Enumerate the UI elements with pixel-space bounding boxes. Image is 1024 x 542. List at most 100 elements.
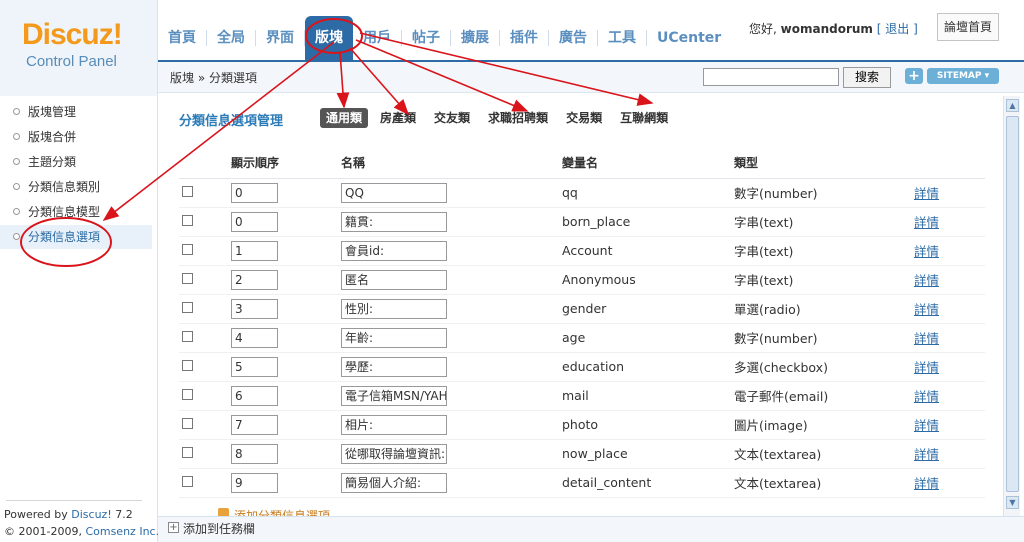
row-checkbox[interactable] [182, 331, 193, 342]
order-input[interactable]: 6 [231, 385, 278, 406]
sitemap-button[interactable]: SITEMAP ▾ [927, 68, 999, 84]
sidebar-item-forum-manage[interactable]: 版塊管理 [0, 100, 152, 124]
vertical-scrollbar[interactable]: ▲ ▼ [1003, 96, 1020, 516]
order-input[interactable]: 0 [231, 182, 278, 203]
add-option-link[interactable]: 添加分類信息選項 [234, 507, 330, 516]
name-input[interactable]: QQ [341, 182, 447, 203]
order-input[interactable]: 3 [231, 298, 278, 319]
details-link[interactable]: 詳情 [914, 302, 939, 317]
plus-icon[interactable]: + [168, 522, 179, 533]
sidebar-item-thread-types[interactable]: 主題分類 [0, 150, 152, 174]
row-checkbox[interactable] [182, 476, 193, 487]
tab-internet[interactable]: 互聯網類 [614, 108, 674, 128]
name-input[interactable]: 性別: [341, 298, 447, 319]
row-checkbox[interactable] [182, 273, 193, 284]
name-input[interactable]: 年齡: [341, 327, 447, 348]
sidebar-item-forum-merge[interactable]: 版塊合併 [0, 125, 152, 149]
details-link[interactable]: 詳情 [914, 331, 939, 346]
logout-link[interactable]: [ 退出 ] [877, 22, 918, 36]
add-to-taskbar-link[interactable]: 添加到任務欄 [183, 520, 255, 537]
bullet-icon [13, 183, 20, 190]
variable-name: photo [562, 410, 734, 440]
table-row: 7 相片: photo 圖片(image) 詳情 [179, 410, 985, 440]
name-input[interactable]: 學歷: [341, 356, 447, 377]
scroll-up-icon[interactable]: ▲ [1006, 99, 1019, 112]
search-input[interactable] [703, 68, 839, 86]
nav-interface[interactable]: 界面 [256, 16, 304, 60]
option-type: 文本(textarea) [734, 439, 914, 469]
details-link[interactable]: 詳情 [914, 476, 939, 491]
table-row: 2 匿名 Anonymous 字串(text) 詳情 [179, 265, 985, 295]
tab-real-estate[interactable]: 房產類 [374, 108, 422, 128]
table-row: 6 電子信箱MSN/YAH mail 電子郵件(email) 詳情 [179, 381, 985, 411]
nav-users[interactable]: 用戶 [353, 16, 401, 60]
options-table: 顯示順序 名稱 變量名 類型 0 QQ qq 數字(number) 詳情 0 籍… [179, 148, 985, 498]
option-type: 圖片(image) [734, 410, 914, 440]
variable-name: now_place [562, 439, 734, 469]
tab-jobs[interactable]: 求職招聘類 [482, 108, 554, 128]
scroll-thumb[interactable] [1006, 116, 1019, 492]
tab-trade[interactable]: 交易類 [560, 108, 608, 128]
table-row: 0 籍貫: born_place 字串(text) 詳情 [179, 207, 985, 237]
nav-ads[interactable]: 廣告 [549, 16, 597, 60]
search-button[interactable]: 搜索 [843, 67, 891, 88]
order-input[interactable]: 4 [231, 327, 278, 348]
nav-tools[interactable]: 工具 [598, 16, 646, 60]
sidebar-item-label: 分類信息模型 [28, 205, 101, 219]
row-checkbox[interactable] [182, 418, 193, 429]
order-input[interactable]: 7 [231, 414, 278, 435]
nav-extensions[interactable]: 擴展 [451, 16, 499, 60]
logo[interactable]: Discuz! Control Panel [0, 0, 158, 96]
nav-forums[interactable]: 版塊 [305, 16, 353, 60]
nav-global[interactable]: 全局 [207, 16, 255, 60]
details-link[interactable]: 詳情 [914, 186, 939, 201]
copyright-brand-link[interactable]: Comsenz Inc. [85, 525, 159, 538]
order-input[interactable]: 1 [231, 240, 278, 261]
tab-dating[interactable]: 交友類 [428, 108, 476, 128]
sidebar-item-info-models[interactable]: 分類信息模型 [0, 200, 152, 224]
sidebar-item-info-categories[interactable]: 分類信息類別 [0, 175, 152, 199]
details-link[interactable]: 詳情 [914, 418, 939, 433]
row-checkbox[interactable] [182, 447, 193, 458]
nav-posts[interactable]: 帖子 [402, 16, 450, 60]
name-input[interactable]: 簡易個人介紹: [341, 472, 447, 493]
powered-brand-link[interactable]: Discuz! [71, 508, 111, 521]
order-input[interactable]: 0 [231, 211, 278, 232]
name-input[interactable]: 籍貫: [341, 211, 447, 232]
nav-ucenter[interactable]: UCenter [647, 16, 731, 60]
bullet-icon [13, 233, 20, 240]
row-checkbox[interactable] [182, 244, 193, 255]
row-checkbox[interactable] [182, 389, 193, 400]
tab-general[interactable]: 通用類 [320, 108, 369, 128]
details-link[interactable]: 詳情 [914, 273, 939, 288]
variable-name: detail_content [562, 468, 734, 498]
column-checkbox [179, 148, 231, 179]
forum-home-button[interactable]: 論壇首頁 [937, 13, 999, 41]
order-input[interactable]: 2 [231, 269, 278, 290]
row-checkbox[interactable] [182, 186, 193, 197]
details-link[interactable]: 詳情 [914, 360, 939, 375]
details-link[interactable]: 詳情 [914, 389, 939, 404]
category-tabs: 通用類 房產類 交友類 求職招聘類 交易類 互聯網類 [320, 108, 680, 128]
row-checkbox[interactable] [182, 360, 193, 371]
row-checkbox[interactable] [182, 215, 193, 226]
details-link[interactable]: 詳情 [914, 447, 939, 462]
order-input[interactable]: 8 [231, 443, 278, 464]
name-input[interactable]: 從哪取得論壇資訊: [341, 443, 447, 464]
name-input[interactable]: 會員id: [341, 240, 447, 261]
details-link[interactable]: 詳情 [914, 215, 939, 230]
details-link[interactable]: 詳情 [914, 244, 939, 259]
order-input[interactable]: 9 [231, 472, 278, 493]
variable-name: born_place [562, 207, 734, 237]
nav-plugins[interactable]: 插件 [500, 16, 548, 60]
nav-home[interactable]: 首頁 [158, 16, 206, 60]
name-input[interactable]: 電子信箱MSN/YAH [341, 385, 447, 406]
greeting: 您好, [749, 22, 777, 36]
add-shortcut-button[interactable]: + [905, 68, 923, 84]
name-input[interactable]: 匿名 [341, 269, 447, 290]
sidebar-item-info-options[interactable]: 分類信息選項 [0, 225, 152, 249]
order-input[interactable]: 5 [231, 356, 278, 377]
name-input[interactable]: 相片: [341, 414, 447, 435]
scroll-down-icon[interactable]: ▼ [1006, 496, 1019, 509]
row-checkbox[interactable] [182, 302, 193, 313]
